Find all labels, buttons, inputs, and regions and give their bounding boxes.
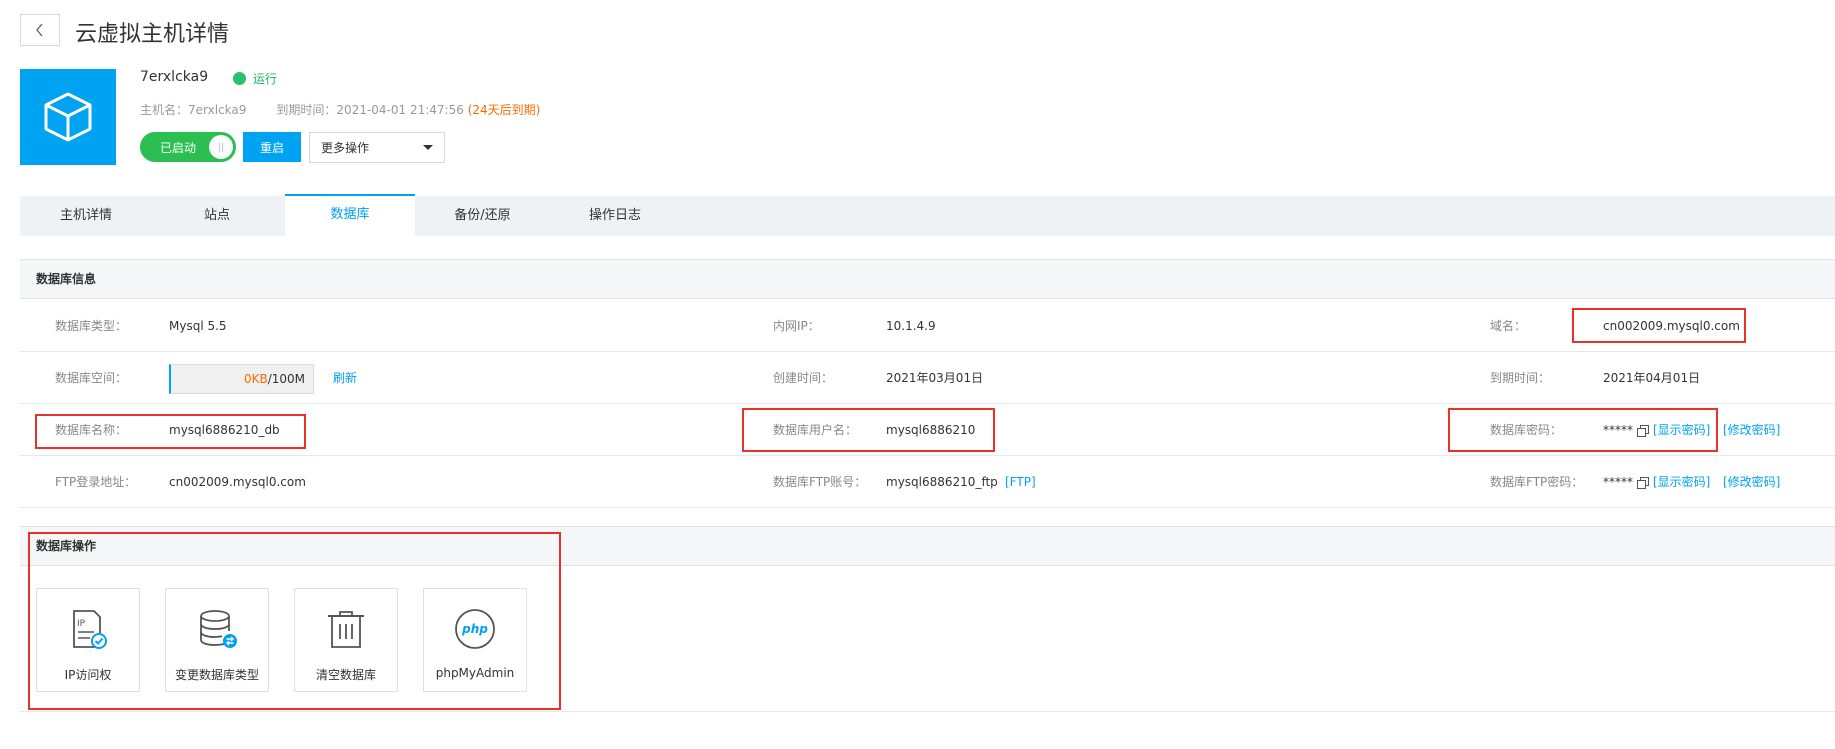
ip-access-button[interactable]: IP IP访问权 [36, 588, 140, 692]
meta-host-label: 主机名： [140, 103, 189, 117]
divider [20, 711, 1835, 712]
status-badge: 运行 [233, 70, 277, 87]
intranet-ip-label: 内网IP： [773, 319, 820, 333]
clear-db-button[interactable]: 清空数据库 [294, 588, 398, 692]
toggle-knob-icon: || [209, 135, 233, 159]
domain-label: 域名： [1490, 319, 1527, 333]
show-ftp-password-link[interactable]: [显示密码] [1653, 475, 1710, 489]
db-info-header: 数据库信息 [20, 259, 1835, 299]
db-ftp-account-label: 数据库FTP账号： [773, 475, 867, 489]
svg-text:IP: IP [77, 619, 86, 629]
expire-time-label: 到期时间： [1490, 371, 1551, 385]
info-row: 数据库名称： mysql6886210_db 数据库用户名： mysql6886… [20, 404, 1835, 456]
tab-host-detail[interactable]: 主机详情 [20, 196, 152, 236]
created-time-label: 创建时间： [773, 371, 834, 385]
tab-operation-log[interactable]: 操作日志 [550, 196, 680, 236]
db-space-used: 0KB [243, 372, 268, 386]
caret-down-icon [423, 145, 433, 150]
ip-access-icon: IP [73, 610, 107, 649]
db-password-label: 数据库密码： [1490, 423, 1563, 437]
op-label: IP访问权 [64, 668, 112, 682]
back-button[interactable] [20, 14, 60, 46]
status-dot-icon [233, 72, 246, 85]
op-label: 变更数据库类型 [174, 668, 259, 682]
info-row: 数据库空间： 0KB/100M 刷新 创建时间： 2021年03月01日 到期时… [20, 352, 1835, 404]
db-ops-header: 数据库操作 [20, 526, 1835, 566]
expire-warning: (24天后到期) [467, 103, 541, 117]
chevron-left-icon [36, 23, 43, 37]
created-time-value: 2021年03月01日 [886, 371, 984, 385]
ftp-address-value: cn002009.mysql0.com [169, 475, 306, 489]
db-ftp-account-value: mysql6886210_ftp [886, 475, 998, 489]
ftp-link[interactable]: [FTP] [1005, 456, 1036, 508]
db-ftp-password-label: 数据库FTP密码： [1490, 475, 1584, 489]
db-space-bar: 0KB/100M [169, 364, 314, 394]
db-type-label: 数据库类型： [55, 319, 128, 333]
tab-backup-restore[interactable]: 备份/还原 [415, 196, 550, 236]
php-icon: php [455, 609, 495, 649]
change-db-type-button[interactable]: 变更数据库类型 [165, 588, 269, 692]
domain-value: cn002009.mysql0.com [1603, 319, 1740, 333]
trash-icon [328, 611, 364, 648]
refresh-link[interactable]: 刷新 [333, 352, 357, 404]
meta-host-value: 7erxlcka9 [188, 103, 247, 117]
copy-icon[interactable] [1637, 476, 1649, 489]
info-row: FTP登录地址： cn002009.mysql0.com 数据库FTP账号： m… [20, 456, 1835, 508]
php-icon-text: php [461, 622, 488, 636]
phpmyadmin-button[interactable]: php phpMyAdmin [423, 588, 527, 692]
tab-database[interactable]: 数据库 [285, 194, 415, 236]
tab-bar: 主机详情 站点 数据库 备份/还原 操作日志 [20, 194, 1835, 236]
modify-password-link[interactable]: [修改密码] [1723, 404, 1780, 456]
database-switch-icon [200, 610, 237, 648]
db-password-mask: ***** [1603, 423, 1633, 437]
toggle-label: 已启动 [160, 140, 197, 155]
ftp-address-label: FTP登录地址： [55, 475, 137, 489]
copy-icon[interactable] [1637, 424, 1649, 437]
more-actions-label: 更多操作 [321, 141, 370, 155]
db-user-value: mysql6886210 [886, 423, 976, 437]
more-actions-select[interactable]: 更多操作 [309, 132, 445, 163]
db-type-value: Mysql 5.5 [169, 319, 227, 333]
op-label: phpMyAdmin [435, 666, 515, 680]
intranet-ip-value: 10.1.4.9 [886, 319, 936, 333]
cube-icon [20, 69, 116, 165]
meta-expire-label: 到期时间： [276, 103, 337, 117]
db-ftp-password-mask: ***** [1603, 475, 1633, 489]
db-password-value: ***** [显示密码] [1603, 404, 1710, 456]
restart-button[interactable]: 重启 [243, 132, 301, 162]
db-name-label: 数据库名称： [55, 423, 128, 437]
db-space-label: 数据库空间： [55, 371, 128, 385]
db-name-value: mysql6886210_db [169, 423, 280, 437]
expire-time-value: 2021年04月01日 [1603, 371, 1701, 385]
tab-sites[interactable]: 站点 [152, 196, 282, 236]
db-ftp-password-value: ***** [显示密码] [1603, 456, 1710, 508]
meta-expire-value: 2021-04-01 21:47:56 [336, 103, 464, 117]
db-space-total: /100M [267, 372, 305, 386]
power-toggle[interactable]: 已启动 || [140, 132, 236, 162]
op-label: 清空数据库 [315, 668, 376, 682]
status-text: 运行 [253, 72, 278, 86]
db-user-label: 数据库用户名： [773, 423, 858, 437]
page-title: 云虚拟主机详情 [75, 22, 230, 47]
info-row: 数据库类型： Mysql 5.5 内网IP： 10.1.4.9 域名： cn00… [20, 300, 1835, 352]
host-meta: 主机名：7erxlcka9 到期时间：2021-04-01 21:47:56 (2… [140, 101, 540, 118]
host-name: 7erxlcka9 [140, 69, 209, 85]
show-password-link[interactable]: [显示密码] [1653, 423, 1710, 437]
modify-ftp-password-link[interactable]: [修改密码] [1723, 456, 1780, 508]
